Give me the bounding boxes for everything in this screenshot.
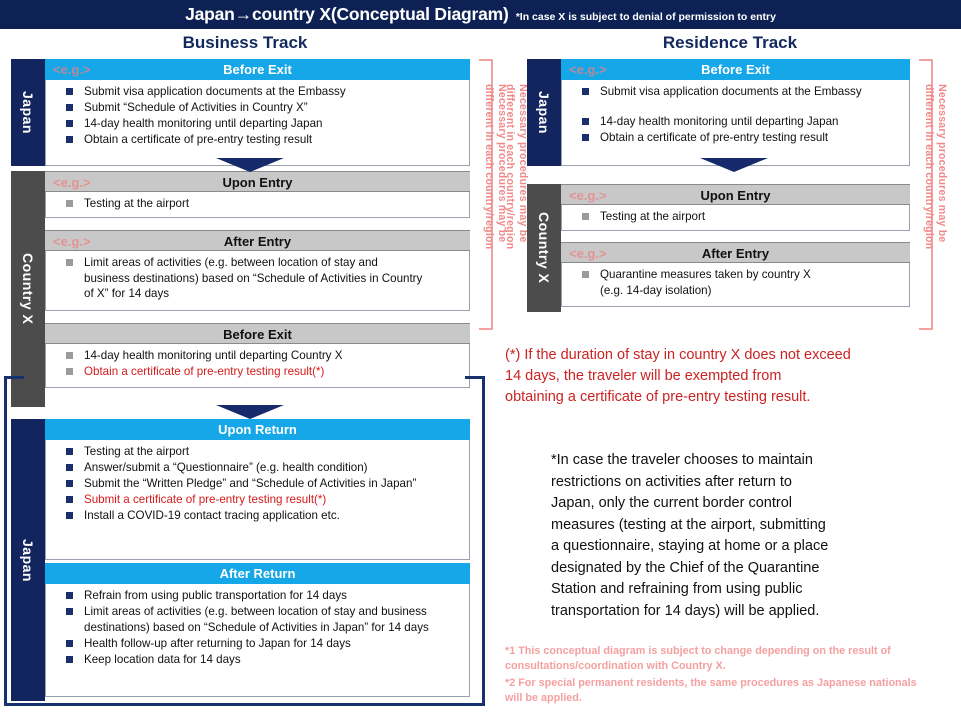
arrow-down-bt-return bbox=[216, 405, 284, 419]
bt-countryx-after-entry-body: Limit areas of activities (e.g. between … bbox=[45, 251, 470, 311]
bt-japan-upon-return-bar: Upon Return bbox=[45, 419, 470, 440]
bt-countryx-before-exit-items: 14-day health monitoring until departing… bbox=[46, 348, 465, 380]
page-title: Japan→country X(Conceptual Diagram) bbox=[185, 4, 509, 24]
rt-countryx-after-entry-body: Quarantine measures taken by country X (… bbox=[561, 263, 910, 307]
eg-label: <e.g.> bbox=[53, 175, 91, 190]
list-item: Testing at the airport bbox=[46, 196, 465, 212]
list-item: Answer/submit a “Questionnaire” (e.g. he… bbox=[46, 460, 465, 476]
arrow-down-rt-entry bbox=[700, 158, 768, 172]
bt-countryx-after-entry-panel: <e.g.> After Entry Limit areas of activi… bbox=[45, 230, 470, 311]
bar-text: Before Exit bbox=[223, 327, 292, 342]
rt-countryx-upon-entry-panel: <e.g.> Upon Entry Testing at the airport bbox=[561, 184, 910, 231]
label-japan: Japan bbox=[536, 91, 552, 134]
label-japan: Japan bbox=[20, 91, 36, 134]
rt-japan-before-exit-items: Submit visa application documents at the… bbox=[562, 84, 905, 145]
eg-label: <e.g.> bbox=[53, 62, 91, 77]
bar-text: Before Exit bbox=[701, 62, 770, 77]
list-item: Submit visa application documents at the… bbox=[562, 84, 905, 100]
bt-japan-after-return-items: Refrain from using public transportation… bbox=[46, 588, 465, 667]
list-item: Limit areas of activities (e.g. between … bbox=[46, 255, 465, 302]
label-country-x: Country X bbox=[20, 253, 36, 325]
bt-japan-upon-return-items: Testing at the airport Answer/submit a “… bbox=[46, 444, 465, 524]
sidebar-label-japan-bt-bottom: Japan bbox=[11, 419, 45, 701]
list-item: Refrain from using public transportation… bbox=[46, 588, 465, 604]
list-item: Install a COVID-19 contact tracing appli… bbox=[46, 508, 465, 524]
navy-bracket-top-right bbox=[465, 376, 485, 379]
rt-countryx-upon-entry-items: Testing at the airport bbox=[562, 209, 905, 225]
bt-japan-upon-return-body: Testing at the airport Answer/submit a “… bbox=[45, 440, 470, 560]
list-item: Obtain a certificate of pre-entry testin… bbox=[562, 130, 905, 146]
list-item: Keep location data for 14 days bbox=[46, 652, 465, 668]
sidebar-label-countryx-bt: Country X bbox=[11, 171, 45, 407]
footnote-2: *2 For special permanent residents, the … bbox=[505, 677, 917, 704]
sidebar-label-countryx-rt: Country X bbox=[527, 184, 561, 312]
list-item: Testing at the airport bbox=[46, 444, 465, 460]
bar-text: After Return bbox=[219, 566, 296, 581]
bt-japan-before-exit-items: Submit visa application documents at the… bbox=[46, 84, 465, 148]
navy-bracket-top-left bbox=[4, 376, 24, 379]
bar-text: Upon Return bbox=[218, 422, 297, 437]
bt-countryx-upon-entry-body: Testing at the airport bbox=[45, 192, 470, 218]
list-item: Submit “Schedule of Activities in Countr… bbox=[46, 100, 465, 116]
bt-japan-before-exit-panel: <e.g.> Before Exit Submit visa applicati… bbox=[45, 59, 470, 166]
list-item-red: Submit a certificate of pre-entry testin… bbox=[46, 492, 465, 508]
list-item: 14-day health monitoring until departing… bbox=[46, 348, 465, 364]
rt-countryx-upon-entry-bar: <e.g.> Upon Entry bbox=[561, 184, 910, 205]
rt-japan-before-exit-bar: <e.g.> Before Exit bbox=[561, 59, 910, 80]
pink-bracket-label-right: Necessary procedures may be different in… bbox=[923, 84, 948, 250]
list-item: Submit the “Written Pledge” and “Schedul… bbox=[46, 476, 465, 492]
asterisk-exemption-note: (*) If the duration of stay in country X… bbox=[505, 347, 851, 405]
rt-countryx-after-entry-panel: <e.g.> After Entry Quarantine measures t… bbox=[561, 242, 910, 307]
bar-text: Upon Entry bbox=[222, 175, 293, 190]
bt-countryx-after-entry-items: Limit areas of activities (e.g. between … bbox=[46, 255, 465, 302]
bt-countryx-upon-entry-panel: <e.g.> Upon Entry Testing at the airport bbox=[45, 171, 470, 218]
sidebar-label-japan-bt-top: Japan bbox=[11, 59, 45, 166]
bar-text: After Entry bbox=[701, 246, 770, 261]
bt-countryx-upon-entry-bar: <e.g.> Upon Entry bbox=[45, 171, 470, 192]
list-item: Submit visa application documents at the… bbox=[46, 84, 465, 100]
maintain-restrictions-note: *In case the traveler chooses to maintai… bbox=[551, 452, 829, 619]
header-subtitle: *In case X is subject to denial of permi… bbox=[515, 10, 776, 23]
bt-japan-before-exit-bar: <e.g.> Before Exit bbox=[45, 59, 470, 80]
rt-japan-before-exit-panel: <e.g.> Before Exit Submit visa applicati… bbox=[561, 59, 910, 166]
list-item: Health follow-up after returning to Japa… bbox=[46, 636, 465, 652]
pink-bracket-label-right-inner: Necessary procedures may be different in… bbox=[504, 84, 529, 250]
eg-label: <e.g.> bbox=[569, 246, 607, 261]
rt-countryx-upon-entry-body: Testing at the airport bbox=[561, 205, 910, 231]
rt-japan-before-exit-body: Submit visa application documents at the… bbox=[561, 80, 910, 166]
bt-japan-upon-return-panel: Upon Return Testing at the airport Answe… bbox=[45, 419, 470, 560]
list-item: Quarantine measures taken by country X (… bbox=[562, 267, 905, 298]
arrow-down-bt-entry bbox=[216, 158, 284, 172]
bt-countryx-after-entry-bar: <e.g.> After Entry bbox=[45, 230, 470, 251]
label-japan: Japan bbox=[20, 538, 36, 582]
bt-japan-after-return-bar: After Return bbox=[45, 563, 470, 584]
list-item: Obtain a certificate of pre-entry testin… bbox=[46, 132, 465, 148]
list-item: 14-day health monitoring until departing… bbox=[46, 116, 465, 132]
header-bar: Japan→country X(Conceptual Diagram) *In … bbox=[0, 0, 961, 29]
bar-text: Before Exit bbox=[223, 62, 292, 77]
bt-japan-after-return-body: Refrain from using public transportation… bbox=[45, 584, 470, 697]
list-item: Testing at the airport bbox=[562, 209, 905, 225]
eg-label: <e.g.> bbox=[569, 62, 607, 77]
bt-countryx-before-exit-bar: Before Exit bbox=[45, 323, 470, 344]
list-item-spacer bbox=[562, 100, 905, 113]
eg-label: <e.g.> bbox=[569, 188, 607, 203]
business-track-title: Business Track bbox=[182, 33, 308, 52]
bt-countryx-upon-entry-items: Testing at the airport bbox=[46, 196, 465, 212]
bt-japan-before-exit-body: Submit visa application documents at the… bbox=[45, 80, 470, 166]
residence-track-title: Residence Track bbox=[662, 33, 798, 52]
rt-countryx-after-entry-bar: <e.g.> After Entry bbox=[561, 242, 910, 263]
label-country-x: Country X bbox=[536, 212, 552, 284]
list-item: Limit areas of activities (e.g. between … bbox=[46, 604, 465, 635]
list-item: 14-day health monitoring until departing… bbox=[562, 114, 905, 130]
bar-text: Upon Entry bbox=[700, 188, 771, 203]
rt-countryx-after-entry-items: Quarantine measures taken by country X (… bbox=[562, 267, 905, 298]
bar-text: After Entry bbox=[223, 234, 292, 249]
footnote-1: *1 This conceptual diagram is subject to… bbox=[505, 645, 891, 672]
bt-japan-after-return-panel: After Return Refrain from using public t… bbox=[45, 563, 470, 697]
sidebar-label-japan-rt: Japan bbox=[527, 59, 561, 166]
eg-label: <e.g.> bbox=[53, 234, 91, 249]
